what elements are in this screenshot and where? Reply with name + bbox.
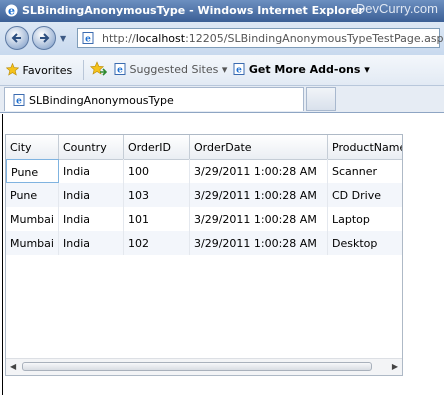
svg-text:e: e — [85, 35, 91, 45]
cell-orderdate[interactable]: 3/29/2011 1:00:28 AM — [190, 183, 328, 207]
forward-arrow-icon — [40, 33, 50, 43]
navigation-bar: ▼ e http://localhost:12205/SLBindingAnon… — [0, 22, 444, 55]
cell-orderdate[interactable]: 3/29/2011 1:00:28 AM — [190, 159, 328, 183]
cell-productname[interactable]: Laptop — [328, 207, 402, 231]
favorites-button[interactable]: Favorites — [5, 62, 73, 77]
suggested-sites-label: Suggested Sites ▾ — [129, 63, 228, 76]
page-icon: e — [114, 63, 126, 76]
cell-country[interactable]: India — [59, 231, 124, 255]
page-icon: e — [13, 94, 25, 106]
cell-city[interactable]: Mumbai — [6, 231, 59, 255]
svg-text:e: e — [16, 97, 22, 107]
new-tab-button[interactable] — [306, 87, 336, 111]
forward-button[interactable] — [32, 26, 56, 50]
cell-city[interactable]: Pune — [6, 183, 59, 207]
divider — [2, 114, 3, 395]
column-header-country[interactable]: Country — [59, 135, 124, 159]
column-header-orderid[interactable]: OrderID — [124, 135, 190, 159]
cell-productname[interactable]: CD Drive — [328, 183, 402, 207]
page-icon: e — [82, 32, 94, 44]
table-row[interactable]: Mumbai India 102 3/29/2011 1:00:28 AM De… — [6, 231, 402, 255]
window-title: SLBindingAnonymousType - Windows Interne… — [22, 4, 364, 17]
cell-orderdate[interactable]: 3/29/2011 1:00:28 AM — [190, 231, 328, 255]
column-header-productname[interactable]: ProductName — [328, 135, 402, 159]
ie-logo-icon: e — [5, 4, 18, 18]
svg-text:e: e — [117, 66, 123, 76]
get-more-addons-label: Get More Add-ons ▾ — [248, 63, 370, 76]
page-icon: e — [233, 63, 245, 76]
cell-orderid[interactable]: 100 — [124, 159, 190, 183]
tab-label: SLBindingAnonymousType — [29, 94, 174, 107]
add-favorite-icon — [89, 61, 108, 76]
cell-productname[interactable]: Desktop — [328, 231, 402, 255]
address-bar[interactable]: e http://localhost:12205/SLBindingAnonym… — [77, 28, 444, 48]
back-button[interactable] — [5, 26, 29, 50]
cell-city[interactable]: Pune — [6, 159, 59, 183]
cell-orderid[interactable]: 101 — [124, 207, 190, 231]
svg-text:e: e — [8, 5, 15, 18]
tab-strip: e SLBindingAnonymousType — [0, 86, 444, 112]
star-icon — [5, 62, 20, 76]
scroll-thumb[interactable] — [22, 362, 372, 371]
address-url: http://localhost:12205/SLBindingAnonymou… — [102, 32, 444, 45]
cell-city[interactable]: Mumbai — [6, 207, 59, 231]
cell-productname[interactable]: Scanner — [328, 159, 402, 183]
recent-pages-dropdown[interactable]: ▼ — [60, 34, 66, 43]
cell-country[interactable]: India — [59, 183, 124, 207]
cell-country[interactable]: India — [59, 207, 124, 231]
column-header-orderdate[interactable]: OrderDate — [190, 135, 328, 159]
back-arrow-icon — [11, 33, 21, 43]
favorites-bar: Favorites e Suggested Sites ▾ e Get More… — [0, 55, 444, 86]
grid-header: City Country OrderID OrderDate ProductNa… — [6, 135, 402, 160]
table-row[interactable]: Pune India 100 3/29/2011 1:00:28 AM Scan… — [6, 159, 402, 183]
favorites-label: Favorites — [22, 64, 73, 77]
add-to-favorites-bar-button[interactable] — [89, 61, 108, 80]
horizontal-scrollbar[interactable]: ◀ ▶ — [6, 358, 402, 375]
scroll-left-icon[interactable]: ◀ — [10, 362, 16, 371]
cell-country[interactable]: India — [59, 159, 124, 183]
window-title-bar: e SLBindingAnonymousType - Windows Inter… — [0, 0, 444, 22]
tab-slbindinganonymoustype[interactable]: e SLBindingAnonymousType — [4, 87, 304, 111]
scroll-right-icon[interactable]: ▶ — [392, 362, 398, 371]
column-header-city[interactable]: City — [6, 135, 59, 159]
get-more-addons-button[interactable]: e Get More Add-ons ▾ — [233, 63, 370, 76]
watermark: DevCurry.com — [355, 1, 438, 16]
svg-text:e: e — [236, 66, 242, 76]
cell-orderid[interactable]: 103 — [124, 183, 190, 207]
divider — [83, 60, 84, 80]
suggested-sites-button[interactable]: e Suggested Sites ▾ — [114, 63, 227, 76]
cell-orderid[interactable]: 102 — [124, 231, 190, 255]
table-row[interactable]: Mumbai India 101 3/29/2011 1:00:28 AM La… — [6, 207, 402, 231]
table-row[interactable]: Pune India 103 3/29/2011 1:00:28 AM CD D… — [6, 183, 402, 207]
cell-orderdate[interactable]: 3/29/2011 1:00:28 AM — [190, 207, 328, 231]
data-grid[interactable]: City Country OrderID OrderDate ProductNa… — [5, 134, 403, 376]
